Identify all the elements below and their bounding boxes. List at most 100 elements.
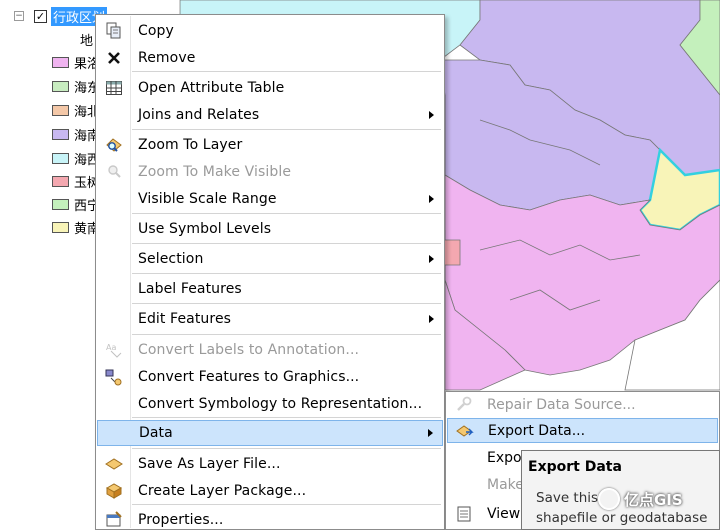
menu-separator — [132, 303, 441, 304]
watermark-text: 亿点GIS — [624, 490, 683, 509]
menu-item-label: Selection — [138, 251, 204, 267]
svg-text:Aa: Aa — [106, 343, 116, 352]
menu-item-create-layer-package[interactable]: Create Layer Package... — [97, 478, 443, 504]
menu-item-label: Visible Scale Range — [138, 191, 277, 207]
tooltip-line-1: Save this — [536, 490, 599, 506]
menu-item-label: Joins and Relates — [138, 107, 260, 123]
menu-separator — [132, 504, 441, 505]
legend-item[interactable]: 西宁 — [52, 195, 100, 214]
legend-item[interactable]: 海东 — [52, 77, 100, 96]
menu-separator — [132, 129, 441, 130]
copy-icon — [103, 20, 125, 42]
properties-icon — [103, 509, 125, 530]
submenu-item-label: View — [487, 505, 521, 522]
menu-separator — [132, 417, 441, 418]
menu-item-copy[interactable]: Copy — [97, 18, 443, 44]
menu-item-selection[interactable]: Selection — [97, 246, 443, 272]
menu-item-edit-features[interactable]: Edit Features — [97, 306, 443, 332]
legend-item[interactable]: 玉树 — [52, 172, 100, 191]
submenu-item-repair-data-source: Repair Data Source... — [447, 392, 718, 417]
layer-visibility-checkbox[interactable]: ✓ — [34, 9, 47, 23]
legend-swatch[interactable] — [52, 152, 69, 164]
menu-item-label-features[interactable]: Label Features — [97, 276, 443, 302]
legend-item[interactable]: 海西 — [52, 149, 100, 168]
menu-item-convert-features-to-graphics[interactable]: Convert Features to Graphics... — [97, 364, 443, 390]
submenu-item-label: Repair Data Source... — [487, 396, 636, 413]
zoom-visible-icon — [103, 161, 125, 183]
menu-item-joins-and-relates[interactable]: Joins and Relates — [97, 102, 443, 128]
layer-row[interactable]: − ✓ 行政区划 — [14, 6, 108, 26]
legend-item[interactable]: 果洛 — [52, 53, 100, 72]
menu-item-zoom-to-make-visible: Zoom To Make Visible — [97, 159, 443, 185]
menu-item-convert-symbology-to-representation[interactable]: Convert Symbology to Representation... — [97, 391, 443, 417]
menu-separator — [132, 334, 441, 335]
menu-item-zoom-to-layer[interactable]: Zoom To Layer — [97, 132, 443, 158]
remove-icon — [103, 47, 125, 69]
legend-swatch[interactable] — [52, 221, 69, 233]
menu-item-label: Convert Labels to Annotation... — [138, 342, 360, 358]
menu-item-label: Data — [139, 425, 173, 441]
menu-item-label: Copy — [138, 23, 174, 39]
menu-item-label: Remove — [138, 50, 196, 66]
menu-item-label: Open Attribute Table — [138, 80, 285, 96]
submenu-arrow-icon — [429, 195, 434, 203]
submenu-item-export-data[interactable]: Export Data... — [447, 418, 718, 443]
submenu-item-label: Make — [487, 476, 524, 493]
watermark: 亿点GIS — [598, 488, 683, 510]
menu-item-remove[interactable]: Remove — [97, 45, 443, 71]
legend-item[interactable]: 黄南 — [52, 218, 100, 237]
tooltip-line-2: shapefile or geodatabase — [536, 510, 708, 526]
legend-swatch[interactable] — [52, 80, 69, 92]
legend-item[interactable]: 海北 — [52, 101, 100, 120]
menu-item-label: Save As Layer File... — [138, 456, 281, 472]
menu-item-label: Convert Symbology to Representation... — [138, 396, 423, 412]
legend-group-text: 地 — [80, 33, 94, 49]
menu-item-label: Edit Features — [138, 311, 232, 327]
menu-item-use-symbol-levels[interactable]: Use Symbol Levels — [97, 216, 443, 242]
menu-separator — [132, 71, 441, 72]
layer-context-menu: Copy Remove Open Attribute Table Joins and … — [95, 14, 445, 530]
menu-separator — [132, 273, 441, 274]
menu-separator — [132, 243, 441, 244]
submenu-arrow-icon — [429, 255, 434, 263]
menu-item-open-attribute-table[interactable]: Open Attribute Table — [97, 75, 443, 101]
menu-item-label: Convert Features to Graphics... — [138, 369, 360, 385]
menu-item-properties[interactable]: Properties... — [97, 507, 443, 530]
legend-swatch[interactable] — [52, 104, 69, 116]
menu-item-label: Create Layer Package... — [138, 483, 307, 499]
menu-separator — [132, 448, 441, 449]
legend-swatch[interactable] — [52, 198, 69, 210]
menu-item-visible-scale-range[interactable]: Visible Scale Range — [97, 186, 443, 212]
submenu-arrow-icon — [429, 315, 434, 323]
legend-group-label: 地 — [80, 30, 94, 49]
menu-item-convert-labels-to-annotation: Aa Convert Labels to Annotation... — [97, 337, 443, 363]
tooltip-title: Export Data — [528, 459, 622, 475]
table-icon — [103, 77, 125, 99]
menu-item-label: Zoom To Make Visible — [138, 164, 292, 180]
layer-file-icon — [103, 453, 125, 475]
legend-swatch[interactable] — [52, 128, 69, 140]
menu-item-label: Zoom To Layer — [138, 137, 243, 153]
menu-item-save-as-layer-file[interactable]: Save As Layer File... — [97, 451, 443, 477]
repair-icon — [453, 394, 475, 416]
convert-labels-icon: Aa — [103, 339, 125, 361]
view-icon — [453, 503, 475, 525]
menu-item-label: Properties... — [138, 512, 224, 528]
legend-swatch[interactable] — [52, 175, 69, 187]
submenu-item-label: Export Data... — [488, 422, 586, 439]
submenu-arrow-icon — [429, 111, 434, 119]
legend-item[interactable]: 海南 — [52, 125, 100, 144]
legend-swatch[interactable] — [52, 56, 69, 68]
convert-features-icon — [103, 366, 125, 388]
menu-item-label: Label Features — [138, 281, 242, 297]
submenu-arrow-icon — [428, 429, 433, 437]
export-icon — [454, 420, 476, 442]
collapse-icon[interactable]: − — [14, 11, 24, 21]
menu-item-data[interactable]: Data — [97, 420, 443, 446]
watermark-logo-icon — [598, 488, 620, 510]
zoom-layer-icon — [103, 134, 125, 156]
layer-package-icon — [103, 480, 125, 502]
menu-separator — [132, 213, 441, 214]
submenu-item-label: Expo — [487, 449, 522, 466]
menu-item-label: Use Symbol Levels — [138, 221, 272, 237]
